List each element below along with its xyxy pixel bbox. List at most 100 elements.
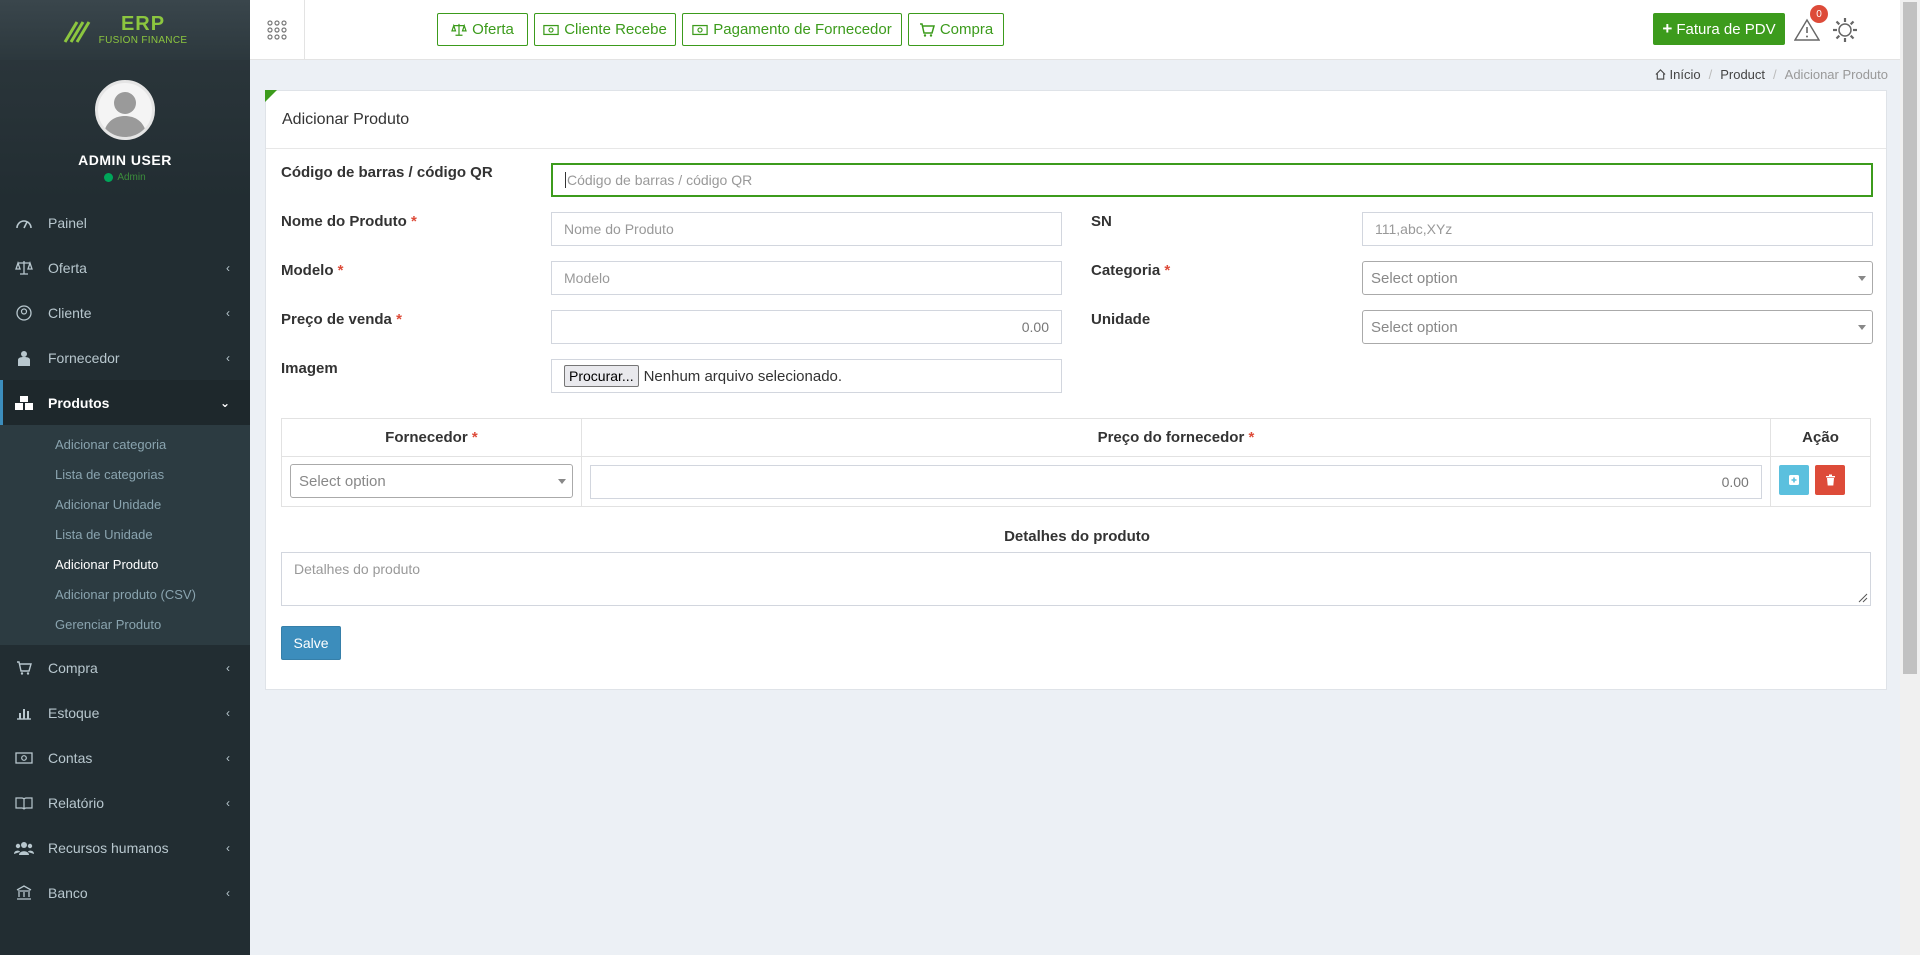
barcode-input[interactable]: Código de barras / código QR (551, 163, 1873, 197)
supplier-cell: Select option (281, 456, 582, 507)
supplier-price-cell: 0.00 (580, 456, 1772, 507)
chevron-left-icon: ‹ (226, 260, 230, 275)
sidebar-item-label: Compra (48, 659, 98, 676)
table-row: Select option 0.00 (281, 456, 1871, 507)
sidebar-item-oferta[interactable]: Oferta ‹ (0, 245, 250, 290)
money-icon (14, 751, 34, 764)
text-cursor (565, 172, 566, 188)
submenu-item-add-product[interactable]: Adicionar Produto (0, 549, 250, 579)
submenu-item-add-category[interactable]: Adicionar categoria (0, 429, 250, 459)
breadcrumb-section[interactable]: Product (1720, 67, 1765, 82)
quick-oferta-button[interactable]: Oferta (437, 13, 528, 46)
breadcrumb-home[interactable]: Início (1655, 67, 1701, 82)
sidebar-item-relatorio[interactable]: Relatório ‹ (0, 780, 250, 825)
submenu-item-add-product-csv[interactable]: Adicionar produto (CSV) (0, 579, 250, 609)
sidebar-item-compra[interactable]: Compra ‹ (0, 645, 250, 690)
model-input[interactable]: Modelo (551, 261, 1062, 295)
save-button[interactable]: Salve (281, 626, 341, 660)
panel-corner-accent (265, 90, 277, 102)
book-icon (14, 796, 34, 810)
app-logo[interactable]: ERP FUSION FINANCE (0, 0, 250, 60)
add-row-button[interactable] (1779, 465, 1810, 495)
required-mark: * (396, 311, 402, 328)
model-placeholder: Modelo (564, 270, 610, 286)
resize-grip-icon[interactable] (1856, 591, 1868, 603)
sidebar: ERP FUSION FINANCE ADMIN USER Admin Pain… (0, 0, 250, 955)
quick-pagamento-fornecedor-label: Pagamento de Fornecedor (713, 21, 892, 38)
apps-grid-button[interactable] (250, 0, 305, 60)
submenu-item-category-list[interactable]: Lista de categorias (0, 459, 250, 489)
user-silhouette-icon (103, 92, 147, 137)
product-details-textarea[interactable]: Detalhes do produto (281, 552, 1871, 606)
user-panel: ADMIN USER Admin (0, 60, 250, 200)
browse-file-button[interactable]: Procurar... (564, 365, 639, 387)
scale-icon (451, 23, 468, 36)
trash-icon (1825, 474, 1835, 486)
scrollbar-thumb[interactable] (1903, 2, 1917, 674)
sn-input[interactable]: 111,abc,XYz (1362, 212, 1873, 246)
sidebar-item-produtos[interactable]: Produtos ⌄ (0, 380, 250, 425)
quick-cliente-recebe-button[interactable]: Cliente Recebe (534, 13, 676, 46)
breadcrumb-separator: / (1708, 67, 1713, 82)
chevron-left-icon: ‹ (226, 840, 230, 855)
chevron-left-icon: ‹ (226, 305, 230, 320)
breadcrumb-current: Adicionar Produto (1784, 67, 1888, 82)
sn-placeholder: 111,abc,XYz (1375, 221, 1453, 237)
sidebar-item-contas[interactable]: Contas ‹ (0, 735, 250, 780)
page-scrollbar[interactable] (1900, 0, 1920, 955)
sidebar-item-cliente[interactable]: Cliente ‹ (0, 290, 250, 335)
breadcrumb-separator: / (1773, 67, 1777, 82)
user-status: Admin (104, 172, 146, 183)
supplier-price-column-label: Preço do fornecedor (1097, 429, 1245, 446)
avatar[interactable] (95, 80, 155, 140)
chevron-left-icon: ‹ (226, 660, 230, 675)
barcode-label: Código de barras / código QR (281, 164, 493, 181)
notification-count-badge: 0 (1810, 5, 1828, 23)
submenu-item-unit-list[interactable]: Lista de Unidade (0, 519, 250, 549)
pos-invoice-label: Fatura de PDV (1676, 20, 1776, 38)
breadcrumb: Início / Product / Adicionar Produto (1655, 67, 1888, 82)
sidebar-item-banco[interactable]: Banco ‹ (0, 870, 250, 915)
model-label: Modelo * (281, 262, 344, 279)
unit-select[interactable]: Select option (1362, 310, 1873, 344)
delete-row-button[interactable] (1815, 465, 1846, 495)
sidebar-item-painel[interactable]: Painel (0, 200, 250, 245)
supplier-price-table: Fornecedor * Preço do fornecedor * Ação … (281, 418, 1871, 507)
category-select-value: Select option (1371, 269, 1458, 287)
user-name: ADMIN USER (78, 152, 172, 168)
product-name-input[interactable]: Nome do Produto (551, 212, 1062, 246)
required-mark: * (1164, 262, 1171, 279)
submenu-item-manage-product[interactable]: Gerenciar Produto (0, 609, 250, 639)
sale-price-label: Preço de venda * (281, 311, 402, 328)
sidebar-item-fornecedor[interactable]: Fornecedor ‹ (0, 335, 250, 380)
sidebar-item-label: Oferta (48, 259, 87, 276)
category-label: Categoria * (1091, 262, 1170, 279)
sidebar-item-recursos-humanos[interactable]: Recursos humanos ‹ (0, 825, 250, 870)
supplier-price-input[interactable]: 0.00 (589, 465, 1762, 499)
sidebar-item-label: Contas (48, 749, 93, 766)
pos-invoice-button[interactable]: + Fatura de PDV (1653, 13, 1785, 45)
sidebar-item-label: Painel (48, 214, 87, 231)
chevron-down-icon: ⌄ (219, 395, 230, 410)
quick-pagamento-fornecedor-button[interactable]: Pagamento de Fornecedor (682, 13, 902, 46)
required-mark: * (471, 429, 478, 446)
money-icon (692, 24, 708, 35)
supplier-price-column-header: Preço do fornecedor * (580, 418, 1772, 457)
sidebar-item-label: Fornecedor (48, 349, 120, 366)
sidebar-item-label: Relatório (48, 794, 105, 811)
breadcrumb-home-label: Início (1669, 67, 1701, 82)
sidebar-item-estoque[interactable]: Estoque ‹ (0, 690, 250, 735)
supplier-select[interactable]: Select option (290, 464, 573, 498)
notifications-button[interactable]: 0 (1790, 5, 1828, 47)
settings-button[interactable] (1828, 13, 1862, 47)
supplier-column-label: Fornecedor (385, 429, 468, 446)
submenu-item-add-unit[interactable]: Adicionar Unidade (0, 489, 250, 519)
quick-oferta-label: Oferta (472, 21, 514, 38)
sale-price-input[interactable]: 0.00 (551, 310, 1062, 344)
category-label-text: Categoria (1091, 262, 1161, 279)
category-select[interactable]: Select option (1362, 261, 1873, 295)
file-status-text: Nenhum arquivo selecionado. (643, 367, 843, 385)
quick-cliente-recebe-label: Cliente Recebe (564, 21, 667, 38)
action-cell (1770, 456, 1871, 507)
quick-compra-button[interactable]: Compra (908, 13, 1004, 46)
